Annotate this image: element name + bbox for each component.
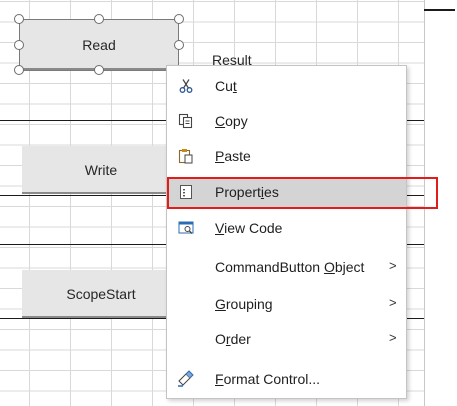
menu-item-label: CommandButton Object <box>215 259 365 275</box>
menu-item-cut[interactable]: Cut <box>167 71 406 101</box>
chevron-right-icon: > <box>389 258 397 273</box>
menu-item-label: Cut <box>215 78 237 94</box>
menu-item-label: Order <box>215 331 251 347</box>
resize-handle-bottom-left[interactable] <box>14 65 24 75</box>
resize-handle-left[interactable] <box>14 40 24 50</box>
menu-item-copy[interactable]: Copy <box>167 106 406 136</box>
copy-icon <box>177 112 195 130</box>
menu-item-label: Copy <box>215 113 248 129</box>
menu-item-view-code[interactable]: View Code <box>167 213 406 243</box>
chevron-right-icon: > <box>389 295 397 310</box>
cell-border-top <box>424 9 455 11</box>
resize-handle-right[interactable] <box>174 40 184 50</box>
format-control-icon <box>177 370 195 388</box>
menu-item-label: Paste <box>215 148 251 164</box>
highlight-annotation-box <box>167 177 438 209</box>
resize-handle-bottom[interactable] <box>94 65 104 75</box>
menu-item-grouping[interactable]: Grouping > <box>167 289 406 319</box>
selection-frame <box>19 19 179 71</box>
menu-item-label: Grouping <box>215 296 273 312</box>
menu-item-label: Format Control... <box>215 371 321 387</box>
write-button[interactable]: Write <box>22 146 180 194</box>
chevron-right-icon: > <box>389 330 397 345</box>
write-button-label: Write <box>84 162 118 178</box>
resize-handle-top[interactable] <box>94 14 104 24</box>
scopestart-button-label: ScopeStart <box>66 286 136 302</box>
view-code-icon <box>177 219 195 237</box>
paste-icon <box>177 147 195 165</box>
scopestart-button[interactable]: ScopeStart <box>22 270 180 318</box>
resize-handle-top-left[interactable] <box>14 14 24 24</box>
menu-item-format-control[interactable]: Format Control... <box>167 364 406 394</box>
scissors-icon <box>177 77 195 95</box>
menu-item-order[interactable]: Order > <box>167 324 406 354</box>
menu-item-label: View Code <box>215 220 283 236</box>
context-menu: Cut Copy Paste Properties View Code Comm… <box>166 65 407 399</box>
menu-item-paste[interactable]: Paste <box>167 141 406 171</box>
resize-handle-top-right[interactable] <box>174 14 184 24</box>
menu-item-commandbutton-object[interactable]: CommandButton Object > <box>167 252 406 282</box>
